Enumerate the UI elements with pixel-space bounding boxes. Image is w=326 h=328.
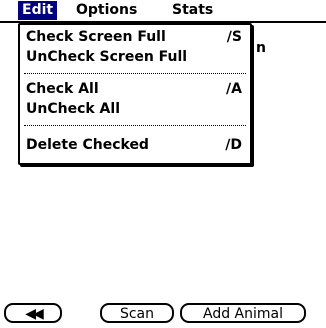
menu-options[interactable]: Options [72, 1, 141, 20]
scan-button[interactable]: Scan [100, 303, 174, 323]
menu-bar: Edit Options Stats [0, 0, 326, 23]
add-animal-button[interactable]: Add Animal [180, 303, 306, 323]
menu-item-uncheck-screen-full[interactable]: UnCheck Screen Full [26, 47, 244, 67]
shortcut-s: ∕S [226, 29, 242, 45]
menu-item-label: Delete Checked [26, 137, 149, 153]
shortcut-d: ∕D [225, 137, 242, 153]
menu-item-delete-checked[interactable]: Delete Checked ∕D [26, 135, 244, 155]
back-button[interactable]: ◀◀ [4, 303, 62, 323]
menu-separator [24, 125, 246, 126]
menu-item-label: Check Screen Full [26, 29, 166, 45]
menu-item-check-screen-full[interactable]: Check Screen Full ∕S [26, 27, 244, 47]
shortcut-a: ∕A [226, 81, 242, 97]
menu-item-check-all[interactable]: Check All ∕A [26, 79, 244, 99]
menu-separator [24, 73, 246, 74]
menu-item-label: Check All [26, 81, 99, 97]
menu-item-label: UnCheck All [26, 101, 120, 117]
menu-stats[interactable]: Stats [168, 1, 217, 20]
menu-edit[interactable]: Edit [18, 1, 58, 20]
menu-item-uncheck-all[interactable]: UnCheck All [26, 99, 244, 119]
edit-menu-dropdown: Check Screen Full ∕S UnCheck Screen Full… [18, 23, 252, 165]
menu-item-label: UnCheck Screen Full [26, 49, 188, 65]
background-partial-text: n [256, 40, 266, 56]
